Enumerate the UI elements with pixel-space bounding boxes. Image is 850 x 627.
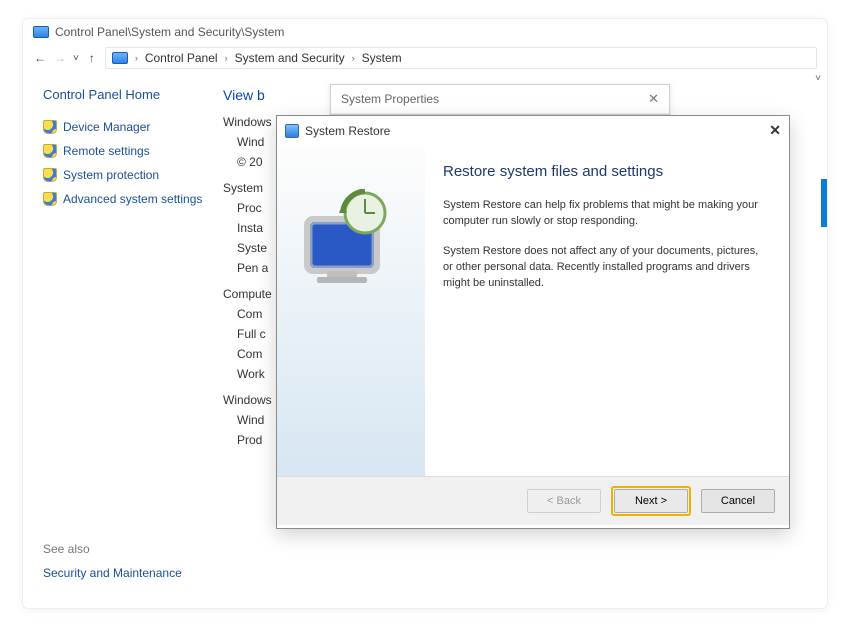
breadcrumb-icon	[112, 52, 128, 64]
button-label: < Back	[547, 495, 581, 507]
sidebar-item-label: Device Manager	[63, 120, 150, 134]
sidebar-item-label: Advanced system settings	[63, 192, 202, 206]
sidebar-item-system-protection[interactable]: System protection	[43, 168, 213, 182]
shield-icon	[43, 168, 57, 182]
dialog-heading: Restore system files and settings	[443, 163, 771, 180]
cancel-button[interactable]: Cancel	[701, 489, 775, 513]
sidebar-item-advanced-settings[interactable]: Advanced system settings	[43, 192, 213, 206]
dialog-title: System Restore	[305, 124, 390, 138]
back-button: < Back	[527, 489, 601, 513]
dialog-illustration-pane	[277, 145, 425, 476]
control-panel-home-link[interactable]: Control Panel Home	[43, 87, 213, 102]
nav-back-icon[interactable]: ←	[33, 51, 47, 65]
restore-icon	[285, 124, 299, 138]
see-also-link[interactable]: Security and Maintenance	[43, 566, 182, 580]
nav-history-caret[interactable]: ˅	[73, 53, 79, 64]
close-icon[interactable]: ✕	[648, 91, 659, 107]
sysprops-title: System Properties	[341, 92, 439, 106]
system-properties-window: System Properties ✕	[330, 84, 670, 115]
see-also-header: See also	[43, 542, 182, 556]
restore-monitor-clock-icon	[293, 189, 403, 289]
window-title: Control Panel\System and Security\System	[55, 25, 284, 39]
windows-accent-bar	[821, 179, 827, 227]
chevron-right-icon: ›	[225, 53, 228, 63]
close-icon[interactable]: ✕	[769, 122, 781, 139]
chevron-right-icon: ›	[135, 53, 138, 63]
chevron-right-icon: ›	[352, 53, 355, 63]
control-panel-icon	[33, 26, 49, 38]
button-label: Cancel	[721, 495, 755, 507]
shield-icon	[43, 192, 57, 206]
shield-icon	[43, 144, 57, 158]
system-restore-dialog: System Restore ✕ Restore system files an…	[276, 115, 790, 529]
sidebar-item-device-manager[interactable]: Device Manager	[43, 120, 213, 134]
next-button[interactable]: Next >	[614, 489, 688, 513]
sidebar-item-remote-settings[interactable]: Remote settings	[43, 144, 213, 158]
sidebar-item-label: System protection	[63, 168, 159, 182]
breadcrumb-bar[interactable]: › Control Panel › System and Security › …	[105, 47, 817, 69]
highlight-ring: Next >	[611, 486, 691, 516]
breadcrumb-part[interactable]: System	[362, 51, 402, 65]
breadcrumb-part[interactable]: Control Panel	[145, 51, 218, 65]
sidebar-item-label: Remote settings	[63, 144, 150, 158]
nav-up-icon[interactable]: ↑	[85, 51, 99, 65]
shield-icon	[43, 120, 57, 134]
breadcrumb-part[interactable]: System and Security	[235, 51, 345, 65]
dialog-text: System Restore can help fix problems tha…	[443, 198, 771, 230]
button-label: Next >	[635, 495, 667, 507]
nav-forward-icon[interactable]: →	[53, 51, 67, 65]
dialog-text: System Restore does not affect any of yo…	[443, 244, 771, 292]
expand-caret-icon[interactable]: ˅	[815, 73, 821, 84]
